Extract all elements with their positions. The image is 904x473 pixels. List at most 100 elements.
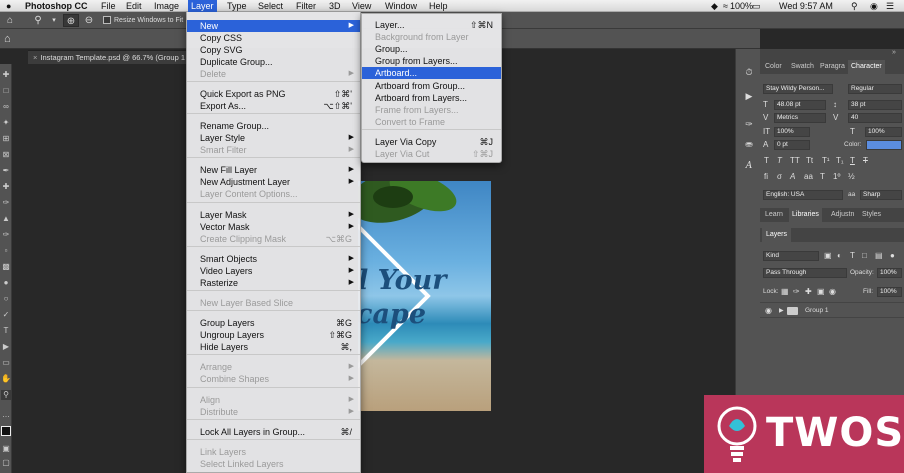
font-family-dropdown[interactable]: Stay Wildy Person... (763, 84, 833, 94)
battery-icon[interactable]: ▭ (752, 0, 761, 12)
new-submenu-item-artboard-from-group[interactable]: Artboard from Group... (362, 80, 501, 92)
new-submenu-item-layer-via-copy[interactable]: Layer Via Copy ⌘J (362, 136, 501, 148)
layer-menu-item-smart-objects[interactable]: Smart Objects ▶ (187, 253, 360, 265)
underline-icon[interactable]: T (850, 156, 855, 166)
layer-menu-item-copy-svg[interactable]: Copy SVG (187, 44, 360, 56)
menu-filter[interactable]: Filter (296, 0, 316, 12)
menu-type[interactable]: Type (227, 0, 247, 12)
wifi-icon[interactable]: ≈ (723, 0, 728, 12)
layer-menu-item-new-adjustment-layer[interactable]: New Adjustment Layer ▶ (187, 176, 360, 188)
hand-tool-icon[interactable]: ✋ (1, 374, 11, 384)
siri-icon[interactable]: ◉ (870, 0, 878, 12)
titling-icon[interactable]: T (820, 172, 825, 182)
leading-field[interactable]: 38 pt (848, 100, 902, 110)
more-tools-icon[interactable]: … (1, 410, 11, 420)
all-caps-icon[interactable]: TT (790, 156, 800, 166)
layer-menu-item-rasterize[interactable]: Rasterize ▶ (187, 277, 360, 289)
layer-menu-item-vector-mask[interactable]: Vector Mask ▶ (187, 221, 360, 233)
path-select-tool-icon[interactable]: ▶ (1, 342, 11, 352)
horizontal-scale-field[interactable]: 100% (865, 127, 902, 137)
visibility-eye-icon[interactable]: ◉ (765, 306, 772, 316)
text-color-swatch[interactable] (866, 140, 902, 150)
superscript-icon[interactable]: T¹ (822, 156, 830, 166)
resize-windows-checkbox[interactable] (103, 16, 111, 24)
strikethrough-icon[interactable]: T (863, 156, 868, 166)
layer-menu-item-video-layers[interactable]: Video Layers ▶ (187, 265, 360, 277)
filter-pixel-icon[interactable]: ▣ (824, 251, 832, 261)
battery-percent[interactable]: 100% (730, 0, 753, 12)
tab-character[interactable]: Character (848, 60, 885, 74)
tab-libraries[interactable]: Libraries (789, 208, 822, 222)
menu-help[interactable]: Help (429, 0, 448, 12)
menu-image[interactable]: Image (154, 0, 179, 12)
pen-tool-icon[interactable]: ✓ (1, 310, 11, 320)
filter-adjustment-icon[interactable]: ◐ (837, 251, 842, 261)
layer-menu-item-export-as[interactable]: Export As... ⌥⇧⌘' (187, 100, 360, 112)
layer-menu-item-ungroup-layers[interactable]: Ungroup Layers ⇧⌘G (187, 329, 360, 341)
kerning-field[interactable]: Metrics (774, 113, 826, 123)
fractions-icon[interactable]: ½ (848, 172, 855, 182)
ordinals-icon[interactable]: 1º (833, 172, 840, 182)
layer-row[interactable]: ◉ ▶ Group 1 (760, 302, 904, 318)
foreground-color-swatch[interactable] (1, 426, 11, 436)
layer-menu-item-rename-group[interactable]: Rename Group... (187, 120, 360, 132)
tool-preset-icon[interactable]: ⌂ (2, 14, 18, 27)
history-brush-tool-icon[interactable]: ✑ (1, 230, 11, 240)
home-icon[interactable]: ⌂ (4, 33, 18, 45)
stylistic-alternates-icon[interactable]: aa (804, 172, 813, 182)
dodge-tool-icon[interactable]: ○ (1, 294, 11, 304)
tracking-field[interactable]: 40 (848, 113, 902, 123)
artboard-image[interactable]: l Your cape (358, 181, 491, 411)
menu-app-name[interactable]: Photoshop CC (25, 0, 88, 12)
menu-file[interactable]: File (101, 0, 116, 12)
crop-tool-icon[interactable]: ⊞ (1, 134, 11, 144)
old-style-icon[interactable]: σ (777, 172, 782, 182)
new-submenu-item-artboard-from-layers[interactable]: Artboard from Layers... (362, 92, 501, 104)
expand-group-icon[interactable]: ▶ (779, 306, 784, 316)
layer-menu-item-layer-mask[interactable]: Layer Mask ▶ (187, 209, 360, 221)
opacity-field[interactable]: 100% (877, 268, 902, 278)
apple-icon[interactable]: ● (6, 0, 11, 12)
tab-paragraph[interactable]: Paragra (820, 60, 845, 74)
blend-mode-dropdown[interactable]: Pass Through (763, 268, 847, 278)
menu-layer[interactable]: Layer (188, 0, 217, 12)
new-submenu-item-group[interactable]: Group... (362, 43, 501, 55)
actions-panel-icon[interactable]: ▶ (742, 89, 756, 103)
zoom-tool-active-icon[interactable]: ⚲ (1, 390, 11, 400)
language-dropdown[interactable]: English: USA (763, 190, 843, 200)
layer-menu-item-group-layers[interactable]: Group Layers ⌘G (187, 317, 360, 329)
eraser-tool-icon[interactable]: ▫ (1, 246, 11, 256)
dropbox-icon[interactable]: ◆ (711, 0, 718, 12)
layer-menu-item-quick-export-as-png[interactable]: Quick Export as PNG ⇧⌘' (187, 88, 360, 100)
menu-view[interactable]: View (352, 0, 371, 12)
tab-learn[interactable]: Learn (765, 208, 783, 222)
vertical-scale-field[interactable]: 100% (774, 127, 810, 137)
tab-adjustments[interactable]: Adjustn (831, 208, 854, 222)
lasso-tool-icon[interactable]: ∞ (1, 102, 11, 112)
type-tool-icon[interactable]: T (1, 326, 11, 336)
layer-menu-item-copy-css[interactable]: Copy CSS (187, 32, 360, 44)
tool-preset-dropdown-icon[interactable]: ▾ (46, 14, 62, 27)
quick-mask-icon[interactable]: ▣ (1, 444, 11, 454)
quick-select-tool-icon[interactable]: ✦ (1, 118, 11, 128)
filter-shape-icon[interactable]: □ (862, 251, 867, 261)
move-tool-icon[interactable]: ✚ (1, 70, 11, 80)
menubar-clock[interactable]: Wed 9:57 AM (779, 0, 833, 12)
stamp-tool-icon[interactable]: ▲ (1, 214, 11, 224)
tab-color[interactable]: Color (765, 60, 782, 74)
antialias-dropdown[interactable]: Sharp (860, 190, 902, 200)
filter-smart-object-icon[interactable]: ▤ (875, 251, 883, 261)
font-style-dropdown[interactable]: Regular (848, 84, 902, 94)
screen-mode-icon[interactable]: ▢ (1, 458, 11, 468)
subscript-icon[interactable]: T₁ (836, 156, 844, 166)
baseline-shift-field[interactable]: 0 pt (774, 140, 810, 150)
small-caps-icon[interactable]: Tt (806, 156, 813, 166)
close-tab-icon[interactable]: × (33, 53, 37, 62)
layer-menu-item-hide-layers[interactable]: Hide Layers ⌘, (187, 341, 360, 353)
new-submenu-item-group-from-layers[interactable]: Group from Layers... (362, 55, 501, 67)
layer-menu-item-new[interactable]: New ▶ (187, 20, 360, 32)
glyphs-panel-icon[interactable]: A (742, 159, 756, 173)
eyedropper-tool-icon[interactable]: ✒ (1, 166, 11, 176)
tab-swatches[interactable]: Swatch (791, 60, 814, 74)
layer-menu-item-lock-all-layers-in-group[interactable]: Lock All Layers in Group... ⌘/ (187, 426, 360, 438)
